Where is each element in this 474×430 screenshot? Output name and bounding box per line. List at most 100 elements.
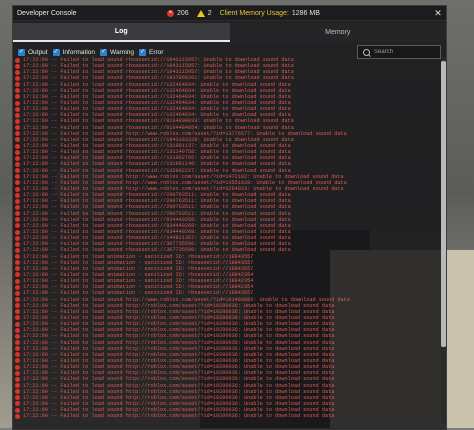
log-text: 17:22:00 -- Failed to load sound http://…: [23, 388, 335, 395]
error-icon: [15, 389, 20, 395]
log-text: 17:22:00 -- Failed to load sound http://…: [23, 357, 335, 364]
error-icon: [15, 235, 20, 241]
console-stats: × 206 2 Client Memory Usage: 1286 MB: [167, 9, 320, 17]
log-text: 17:22:00 -- Failed to load sound http://…: [23, 314, 335, 321]
filter-error[interactable]: ✓ Error: [139, 48, 164, 56]
console-title: Developer Console: [17, 9, 77, 17]
log-text: 17:22:00 -- Failed to load animation - s…: [23, 271, 254, 278]
log-text: 17:22:00 -- Failed to load sound rbxasse…: [23, 124, 294, 131]
error-icon: [15, 383, 20, 389]
log-text: 17:22:00 -- Failed to load sound rbxasse…: [23, 247, 291, 254]
error-icon: [15, 364, 20, 370]
log-text: 17:22:00 -- Failed to load sound http://…: [23, 339, 335, 346]
error-icon: [15, 192, 20, 198]
warning-icon: [196, 9, 205, 17]
filter-label: Error: [149, 48, 164, 56]
error-icon: [15, 149, 20, 155]
error-icon: [15, 100, 20, 106]
error-icon: [15, 278, 20, 284]
error-icon: [15, 118, 20, 124]
log-text: 17:22:00 -- Failed to load sound http://…: [23, 364, 335, 371]
log-text: 17:22:00 -- Failed to load sound http://…: [23, 394, 335, 401]
close-button[interactable]: ✕: [430, 6, 446, 20]
log-text: 17:22:00 -- Failed to load sound http://…: [23, 407, 335, 414]
error-icon: [15, 217, 20, 223]
log-text: 17:22:00 -- Failed to load sound http://…: [23, 186, 344, 193]
log-text: 17:22:00 -- Failed to load sound rbxasse…: [23, 87, 291, 94]
error-icon: [15, 284, 20, 290]
error-icon: [15, 340, 20, 346]
error-icon: [15, 106, 20, 112]
error-icon: [15, 229, 20, 235]
log-entry[interactable]: 17:22:00 -- Failed to load sound http://…: [15, 413, 433, 419]
log-text: 17:22:00 -- Failed to load animation - s…: [23, 284, 254, 291]
memory-label: Client Memory Usage:: [219, 9, 289, 17]
checkbox-checked-icon[interactable]: ✓: [139, 48, 147, 56]
log-scrollbar[interactable]: [441, 57, 446, 423]
log-text: 17:22:00 -- Failed to load sound http://…: [23, 345, 335, 352]
filter-warning[interactable]: ✓ Warning: [100, 48, 135, 56]
log-text: 17:22:00 -- Failed to load sound http://…: [23, 173, 344, 180]
filter-information[interactable]: ✓ Information: [52, 48, 96, 56]
log-text: 17:22:00 -- Failed to load sound rbxasse…: [23, 241, 291, 248]
log-text: 17:22:00 -- Failed to load sound rbxasse…: [23, 155, 291, 162]
log-text: 17:22:00 -- Failed to load animation - s…: [23, 290, 254, 297]
error-icon: [15, 63, 20, 69]
log-text: 17:22:00 -- Failed to load sound http://…: [23, 351, 335, 358]
error-icon: [15, 204, 20, 210]
error-icon: [15, 125, 20, 131]
error-icon: [15, 272, 20, 278]
error-icon: [15, 198, 20, 204]
log-text: 17:22:00 -- Failed to load sound rbxasse…: [23, 198, 291, 205]
console-tabs: Log Memory: [13, 23, 446, 42]
warning-count: 2: [207, 9, 212, 17]
log-text: 17:22:00 -- Failed to load sound http://…: [23, 400, 335, 407]
error-icon: [15, 211, 20, 217]
log-text: 17:22:00 -- Failed to load sound http://…: [23, 376, 335, 383]
error-icon: [15, 168, 20, 174]
filter-output[interactable]: ✓ Output: [18, 48, 48, 56]
error-icon: [15, 327, 20, 333]
checkbox-checked-icon[interactable]: ✓: [18, 48, 25, 56]
search-input[interactable]: [374, 49, 434, 55]
tab-memory[interactable]: Memory: [229, 23, 446, 42]
log-text: 17:22:00 -- Failed to load sound rbxasse…: [23, 75, 294, 82]
checkbox-checked-icon[interactable]: ✓: [52, 48, 60, 56]
log-text: 17:22:00 -- Failed to load sound rbxasse…: [23, 222, 291, 229]
error-icon: [15, 352, 20, 358]
log-text: 17:22:00 -- Failed to load sound rbxasse…: [23, 100, 291, 107]
error-icon: [15, 376, 20, 382]
error-icon: [15, 161, 20, 167]
log-list[interactable]: 17:22:00 -- Failed to load sound rbxasse…: [15, 57, 433, 423]
log-text: 17:22:00 -- Failed to load sound http://…: [23, 327, 335, 334]
error-count: 206: [177, 9, 189, 17]
log-text: 17:22:00 -- Failed to load sound http://…: [23, 382, 335, 389]
console-titlebar[interactable]: Developer Console × 206 2 Client Memory …: [13, 6, 446, 21]
log-text: 17:22:00 -- Failed to load sound rbxasse…: [23, 118, 294, 125]
error-icon: [15, 407, 20, 413]
log-text: 17:22:00 -- Failed to load animation - s…: [23, 253, 254, 260]
filter-label: Information: [62, 48, 96, 56]
error-icon: [15, 333, 20, 339]
error-icon: [15, 413, 20, 419]
error-icon: [15, 401, 20, 407]
error-icon: [15, 290, 20, 296]
error-icon: [15, 315, 20, 321]
log-text: 17:22:00 -- Failed to load sound rbxasse…: [23, 81, 291, 88]
error-icon: [15, 82, 20, 88]
log-text: 17:22:00 -- Failed to load sound http://…: [23, 130, 347, 137]
log-text: 17:22:00 -- Failed to load sound rbxasse…: [23, 235, 291, 242]
filter-label: Warning: [110, 48, 135, 56]
error-icon: [15, 266, 20, 272]
error-icon: [15, 88, 20, 94]
error-icon: [15, 321, 20, 327]
checkbox-checked-icon[interactable]: ✓: [100, 48, 108, 56]
log-text: 17:22:00 -- Failed to load sound rbxasse…: [23, 204, 291, 211]
error-icon: [15, 346, 20, 352]
log-text: 17:22:00 -- Failed to load sound rbxasse…: [23, 69, 294, 76]
tab-log[interactable]: Log: [13, 23, 230, 42]
error-icon: [15, 370, 20, 376]
error-icon: [15, 155, 20, 161]
scrollbar-thumb[interactable]: [441, 61, 446, 347]
log-text: 17:22:00 -- Failed to load sound rbxasse…: [23, 112, 291, 119]
